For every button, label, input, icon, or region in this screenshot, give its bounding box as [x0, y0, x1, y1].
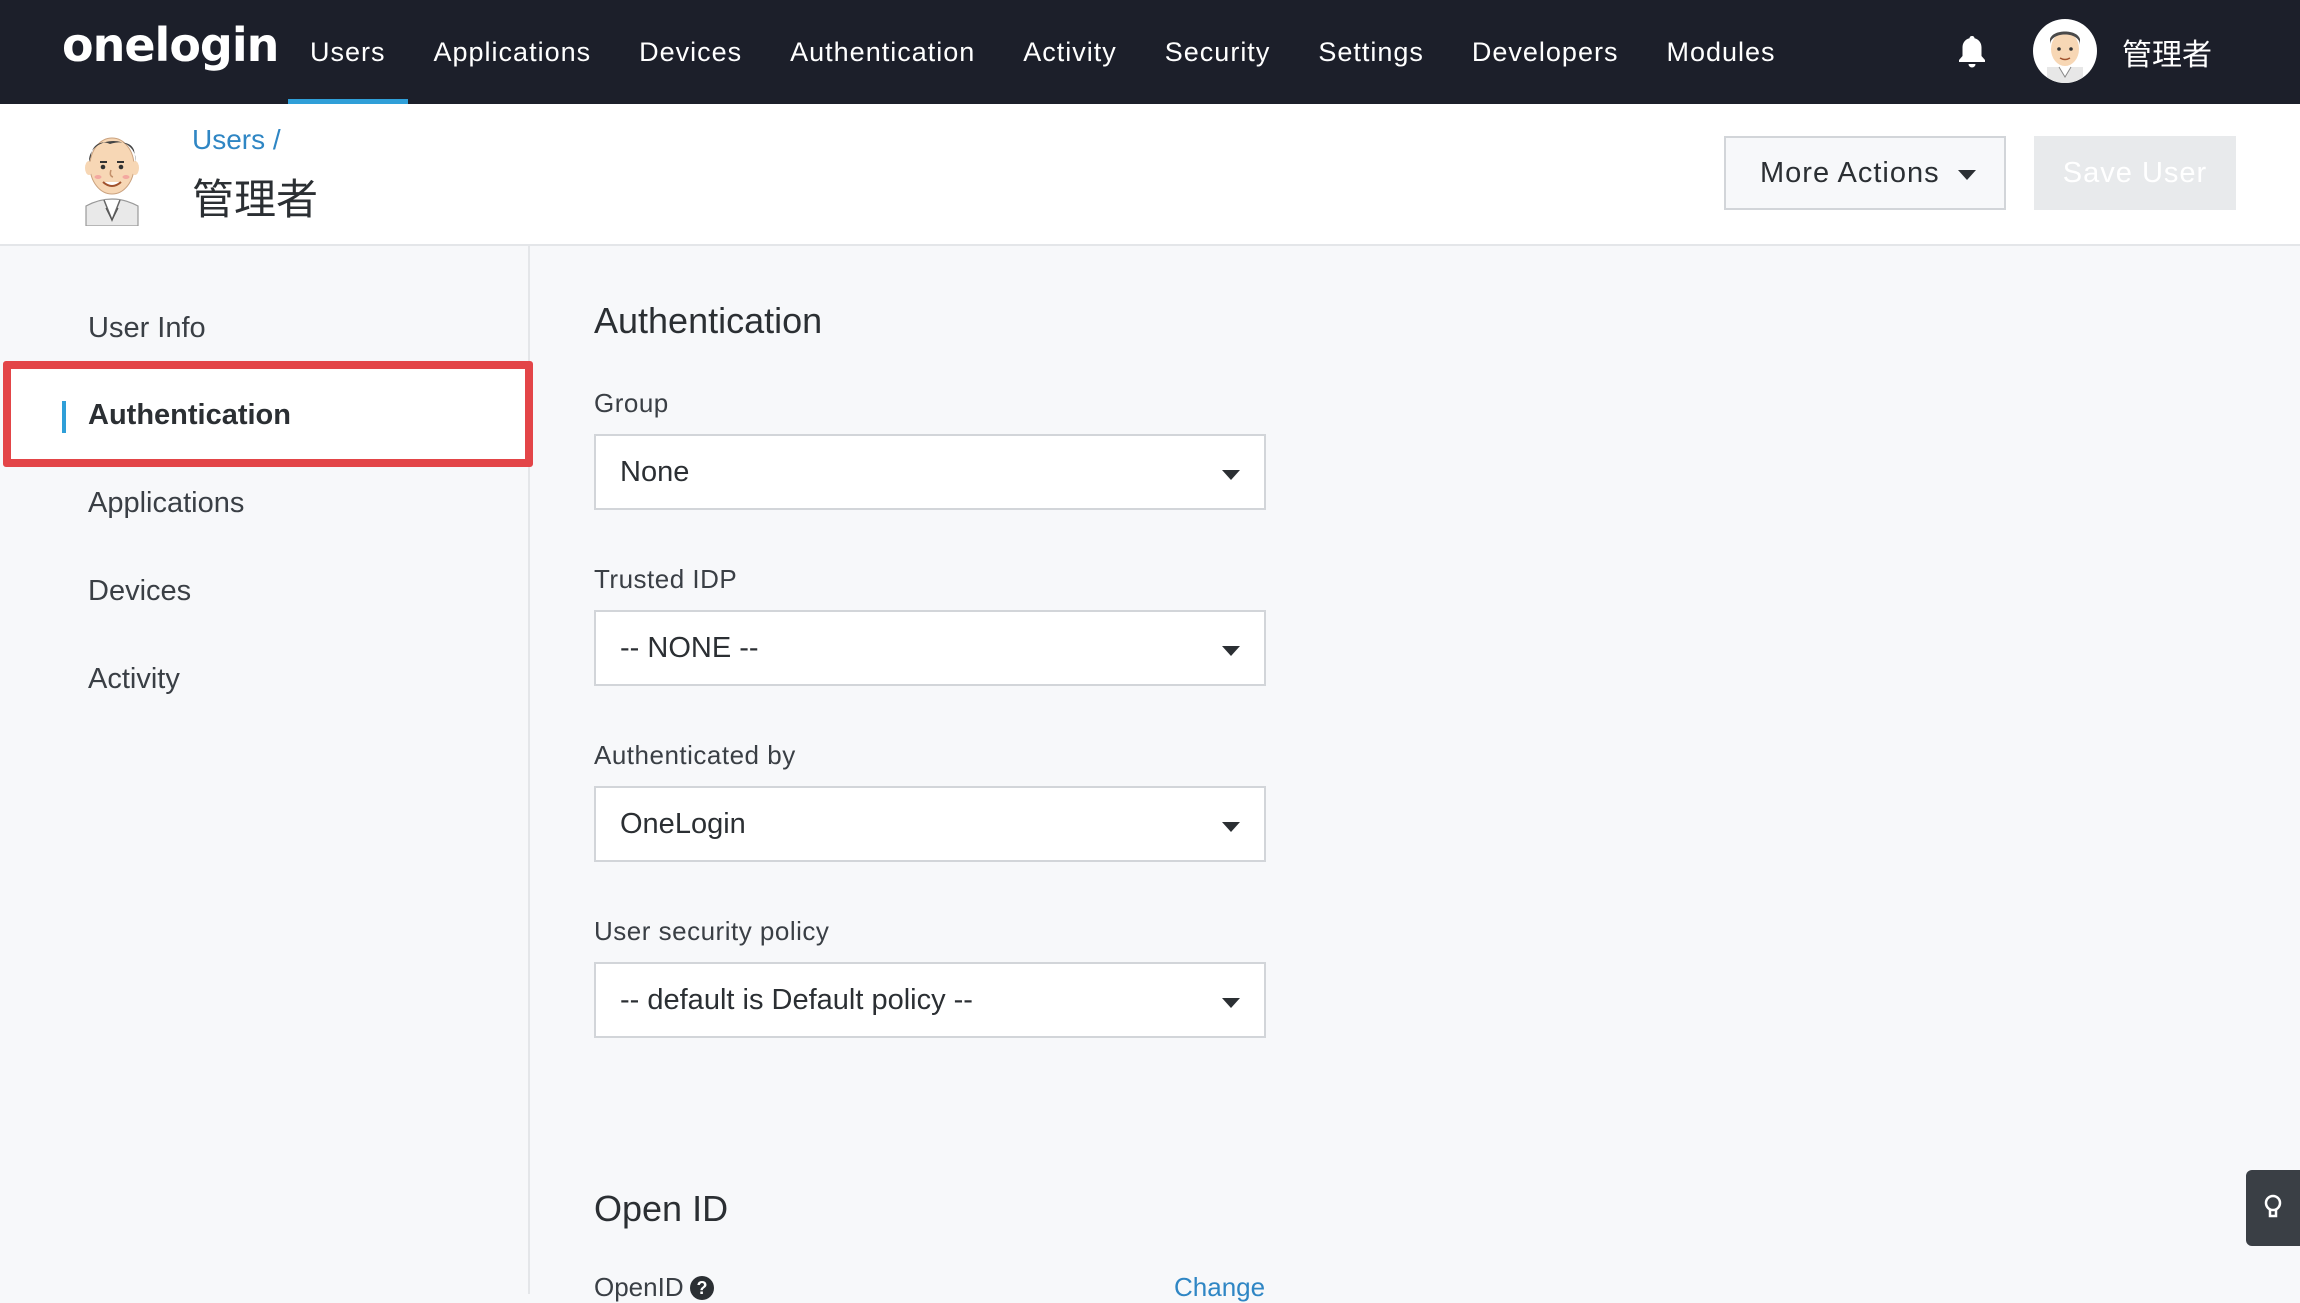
change-link[interactable]: Change: [1174, 1272, 1265, 1303]
nav-modules[interactable]: Modules: [1644, 0, 1797, 104]
caret-down-icon: [1222, 470, 1240, 480]
caret-down-icon: [1222, 998, 1240, 1008]
sidebar-item-label: Authentication: [88, 399, 291, 431]
nav-applications[interactable]: Applications: [412, 0, 614, 104]
security-policy-label: User security policy: [594, 916, 830, 946]
nav-activity[interactable]: Activity: [1001, 0, 1139, 104]
top-nav: onelogin Users Applications Devices Auth…: [0, 0, 2300, 104]
nav-settings[interactable]: Settings: [1296, 0, 1446, 104]
caret-down-icon: [1958, 170, 1976, 180]
sidebar: User Info Authentication Applications De…: [0, 246, 533, 1294]
page-header: Users / 管理者 More Actions Save User: [0, 104, 2300, 246]
page-title: 管理者: [192, 175, 319, 224]
caret-down-icon: [1222, 646, 1240, 656]
sidebar-item-user-info[interactable]: User Info: [88, 312, 206, 345]
more-actions-label: More Actions: [1760, 156, 1940, 189]
select-value: OneLogin: [620, 808, 746, 840]
sidebar-item-applications[interactable]: Applications: [88, 487, 244, 520]
bell-icon[interactable]: [1956, 34, 1988, 70]
trusted-idp-select[interactable]: -- NONE --: [594, 610, 1266, 686]
select-value: -- default is Default policy --: [620, 984, 973, 1016]
save-user-button[interactable]: Save User: [2034, 136, 2236, 210]
nav-authentication[interactable]: Authentication: [768, 0, 997, 104]
active-indicator: [62, 401, 66, 433]
nav-devices[interactable]: Devices: [617, 0, 764, 104]
avatar[interactable]: [2033, 19, 2097, 83]
sidebar-item-activity[interactable]: Activity: [88, 663, 180, 696]
select-value: None: [620, 456, 690, 488]
nav-developers[interactable]: Developers: [1450, 0, 1641, 104]
caret-down-icon: [1222, 822, 1240, 832]
nav-security[interactable]: Security: [1143, 0, 1293, 104]
lightbulb-icon: [2264, 1194, 2282, 1218]
more-actions-button[interactable]: More Actions: [1724, 136, 2006, 210]
help-icon[interactable]: ?: [690, 1276, 714, 1300]
group-label: Group: [594, 388, 669, 418]
onelogin-logo[interactable]: onelogin: [62, 18, 279, 72]
security-policy-select[interactable]: -- default is Default policy --: [594, 962, 1266, 1038]
main-nav: Users Applications Devices Authenticatio…: [288, 0, 1802, 104]
top-username[interactable]: 管理者: [2122, 30, 2212, 74]
nav-users[interactable]: Users: [288, 0, 408, 104]
openid-label: OpenID: [594, 1272, 684, 1302]
openid-section-title: Open ID: [594, 1188, 729, 1229]
avatar-face-icon: [2047, 31, 2083, 83]
breadcrumb[interactable]: Users /: [192, 124, 281, 156]
section-title: Authentication: [594, 300, 823, 341]
authenticated-by-label: Authenticated by: [594, 740, 796, 770]
select-value: -- NONE --: [620, 632, 759, 664]
trusted-idp-label: Trusted IDP: [594, 564, 738, 594]
tip-button[interactable]: [2246, 1170, 2300, 1246]
sidebar-item-devices[interactable]: Devices: [88, 575, 191, 608]
authenticated-by-select[interactable]: OneLogin: [594, 786, 1266, 862]
user-avatar: [85, 137, 139, 226]
group-select[interactable]: None: [594, 434, 1266, 510]
